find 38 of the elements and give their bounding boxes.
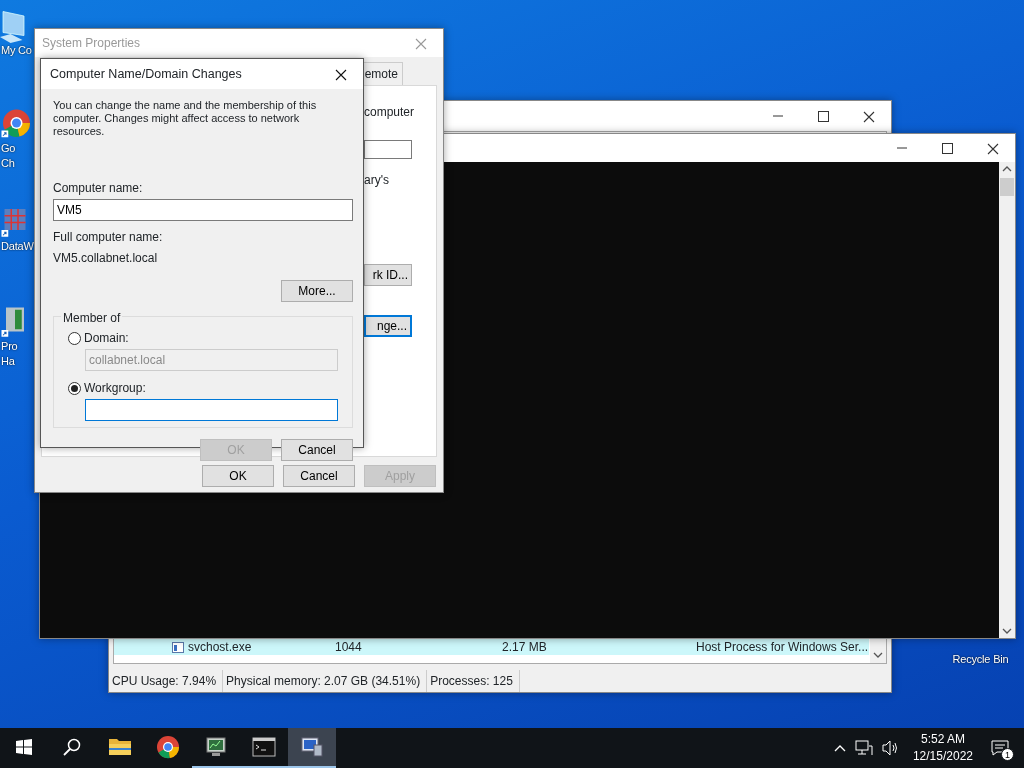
icon-label: DataW — [0, 239, 34, 254]
status-text: Processes: 125 — [427, 670, 520, 692]
dialog-title: Computer Name/Domain Changes — [50, 65, 243, 83]
process-row[interactable]: svchost.exe 1044 2.17 MB Host Process for Windows Ser... — [114, 639, 869, 655]
body-text: ary's — [364, 172, 389, 189]
icon-label: Ch — [0, 156, 15, 171]
table-cell-text: Host Process for Windows Ser... — [696, 639, 869, 656]
button[interactable]: Cancel — [283, 465, 355, 487]
button[interactable]: More... — [281, 280, 353, 302]
table-cell-text: svchost.exe — [188, 639, 253, 656]
field-label: Computer name: — [53, 180, 144, 197]
button[interactable]: rk ID... — [364, 264, 412, 286]
radio-label: Domain: — [84, 330, 129, 347]
radio-label: Workgroup: — [84, 380, 146, 397]
body-text: computer — [364, 104, 415, 121]
table-cell-text: 2.17 MB — [502, 639, 548, 656]
icon-label: Pro — [0, 339, 18, 354]
full-name-text: VM5.collabnet.local — [53, 250, 159, 267]
button[interactable]: nge... — [364, 315, 412, 337]
notification-badge: 1 — [1001, 748, 1014, 761]
clock[interactable]: 5:52 AM 12/15/2022 — [908, 731, 977, 765]
button[interactable]: OK — [202, 465, 274, 487]
icon-label: Recycle Bin — [951, 652, 1009, 667]
description-text: You can change the name and the membership of this computer. Changes might affect access to network resources. — [53, 99, 318, 138]
icon-label: Ha — [0, 354, 15, 369]
notification-button[interactable]: 1 — [986, 734, 1014, 762]
text-field[interactable]: VM5 — [53, 199, 353, 221]
tab[interactable]: emote — [361, 62, 403, 85]
icon-label: Go — [0, 141, 16, 156]
window-title: System Properties — [42, 35, 142, 52]
field-label: Full computer name: — [53, 229, 164, 246]
status-text: Physical memory: 2.07 GB (34.51%) — [223, 670, 428, 692]
icon-label: My Co — [0, 43, 32, 58]
status-text: CPU Usage: 7.94% — [109, 670, 224, 692]
time-text: 5:52 AM — [919, 731, 966, 748]
table-cell-text: 1044 — [335, 639, 363, 656]
button[interactable]: Cancel — [281, 439, 353, 461]
date-text: 12/15/2022 — [912, 748, 973, 765]
